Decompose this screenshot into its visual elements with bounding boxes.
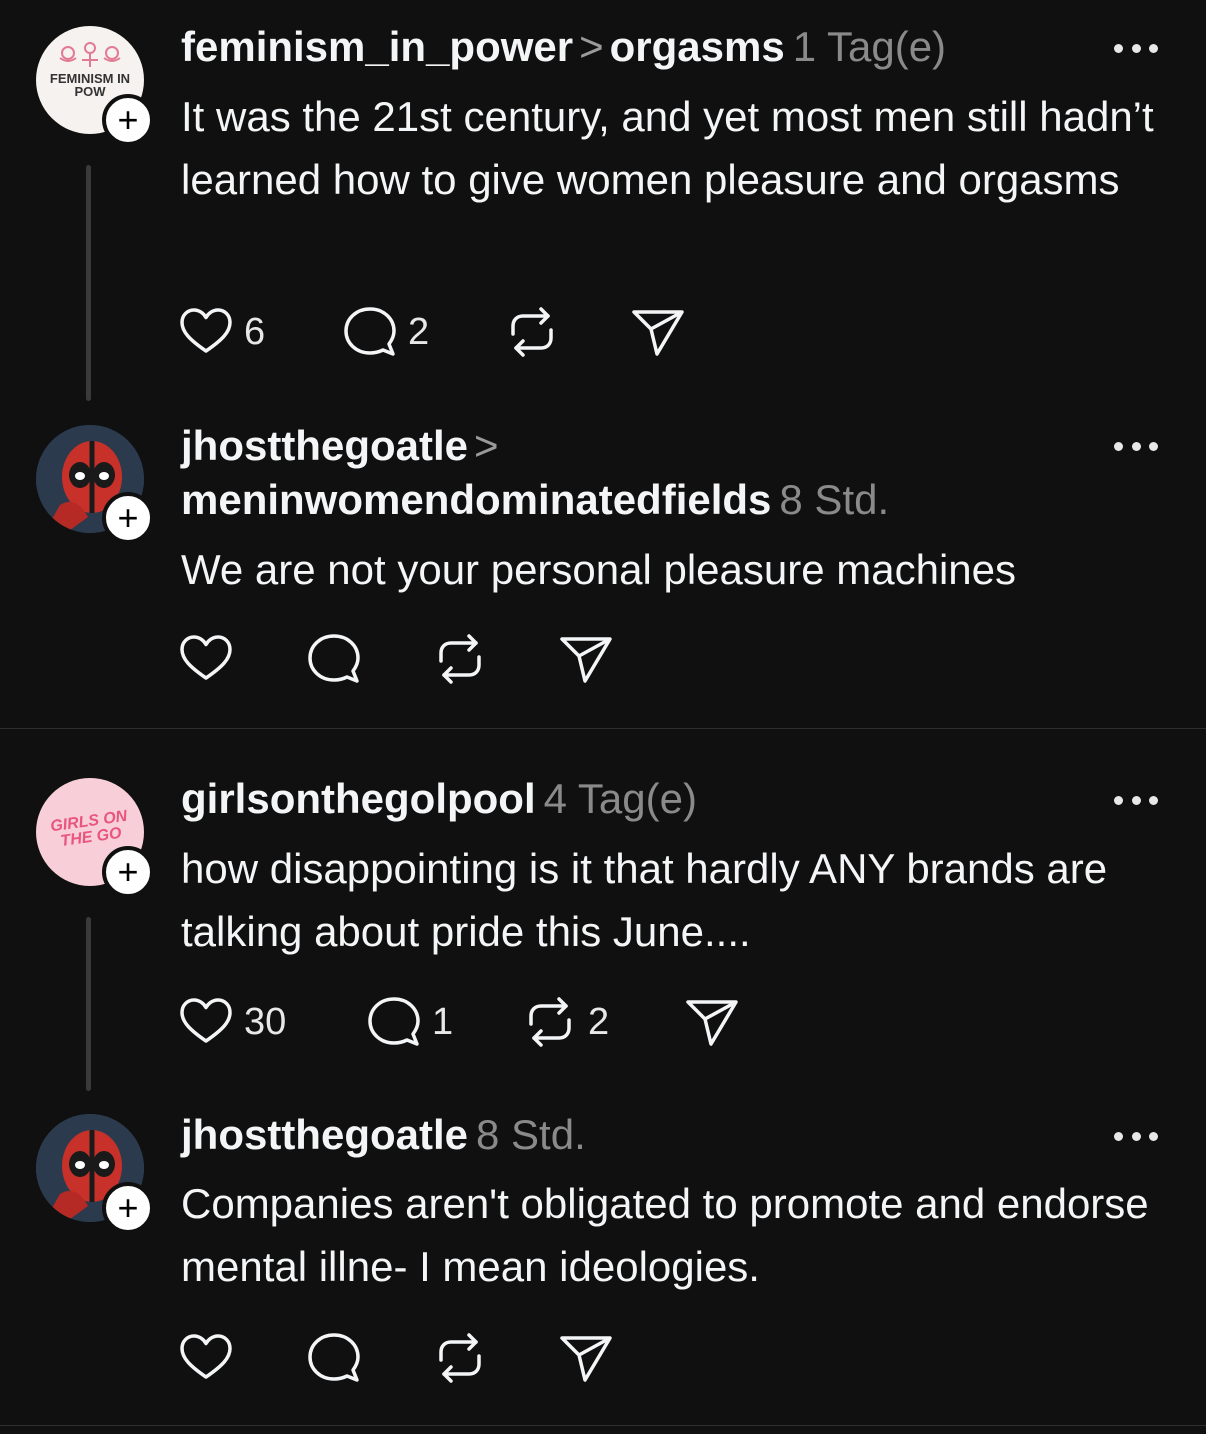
chevron-right-icon: > — [474, 422, 499, 469]
comment-icon — [308, 634, 360, 683]
like-button[interactable] — [178, 1328, 234, 1388]
share-button[interactable] — [558, 1328, 614, 1388]
repost-button[interactable] — [432, 1328, 488, 1388]
comment-icon — [368, 997, 420, 1046]
timestamp: 4 Tag(e) — [543, 775, 697, 822]
follow-button[interactable]: + — [102, 846, 154, 898]
post-header: feminism_in_power > orgasms 1 Tag(e) — [181, 21, 946, 73]
repost-icon — [511, 307, 553, 357]
share-button[interactable] — [684, 992, 740, 1052]
heart-icon — [180, 998, 232, 1043]
username[interactable]: jhostthegoatle — [181, 422, 468, 469]
post-text: how disappointing is it that hardly ANY … — [181, 845, 1108, 955]
thread-connector-line — [86, 165, 91, 401]
share-icon — [686, 1000, 738, 1046]
more-icon[interactable] — [1114, 438, 1158, 454]
post-text: We are not your personal pleasure machin… — [181, 546, 1017, 593]
comment-icon — [344, 307, 396, 356]
repost-count: 2 — [588, 1000, 610, 1043]
like-button[interactable]: 30 — [178, 992, 286, 1052]
thread-divider — [0, 1425, 1206, 1426]
comment-button[interactable] — [306, 629, 362, 689]
more-icon[interactable] — [1114, 792, 1158, 808]
repost-icon — [439, 1333, 481, 1383]
repost-button[interactable] — [432, 629, 488, 689]
heart-icon — [180, 308, 232, 353]
timestamp: 1 Tag(e) — [792, 23, 947, 70]
post-text: Companies aren't obligated to promote an… — [181, 1180, 1149, 1290]
repost-icon — [439, 634, 481, 684]
more-icon[interactable] — [1114, 1128, 1158, 1144]
share-button[interactable] — [630, 302, 686, 362]
post-header: jhostthegoatle > — [181, 420, 505, 472]
share-icon — [632, 310, 684, 356]
heart-icon — [180, 635, 232, 680]
comment-button[interactable]: 1 — [366, 992, 453, 1052]
chevron-right-icon: > — [579, 23, 604, 70]
username[interactable]: girlsonthegolpool — [181, 775, 536, 822]
reply-to-username[interactable]: meninwomendominatedfields — [181, 476, 771, 523]
avatar-logo-text: GIRLS ON THE GO — [49, 807, 129, 851]
comment-count: 1 — [432, 1000, 454, 1043]
repost-button[interactable]: 2 — [522, 992, 609, 1052]
follow-button[interactable]: + — [102, 1182, 154, 1234]
timestamp: 8 Std. — [476, 1111, 586, 1158]
share-icon — [560, 637, 612, 683]
heart-icon — [180, 1334, 232, 1379]
comment-button[interactable] — [306, 1328, 362, 1388]
post-header: girlsonthegolpool 4 Tag(e) — [181, 773, 697, 825]
share-button[interactable] — [558, 629, 614, 689]
like-count: 6 — [244, 310, 266, 353]
like-button[interactable] — [178, 629, 234, 689]
post-header: jhostthegoatle 8 Std. — [181, 1109, 586, 1161]
like-button[interactable]: 6 — [178, 302, 265, 362]
repost-button[interactable] — [504, 302, 560, 362]
follow-button[interactable]: + — [102, 492, 154, 544]
comment-icon — [308, 1333, 360, 1382]
thread-connector-line — [86, 917, 91, 1091]
reply-to-username[interactable]: orgasms — [610, 23, 785, 70]
timestamp: 8 Std. — [779, 476, 890, 523]
repost-icon — [529, 997, 571, 1047]
more-icon[interactable] — [1114, 40, 1158, 56]
username[interactable]: feminism_in_power — [181, 23, 573, 70]
comment-button[interactable]: 2 — [342, 302, 429, 362]
share-icon — [560, 1336, 612, 1382]
username[interactable]: jhostthegoatle — [181, 1111, 468, 1158]
comment-count: 2 — [408, 310, 430, 353]
post-text: It was the 21st century, and yet most me… — [181, 93, 1154, 203]
like-count: 30 — [244, 1000, 287, 1043]
post-header-line-2: meninwomendominatedfields 8 Std. — [181, 474, 889, 526]
thread-divider — [0, 728, 1206, 729]
follow-button[interactable]: + — [102, 94, 154, 146]
